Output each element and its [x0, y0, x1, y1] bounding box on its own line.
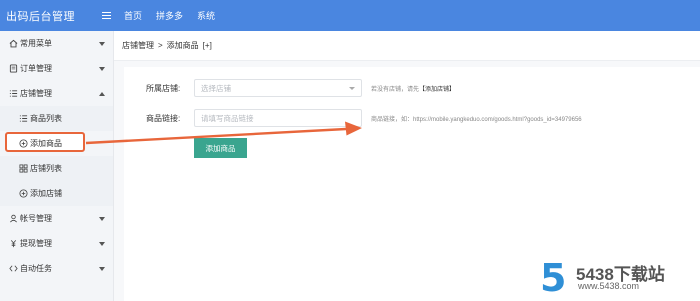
chevron-down-icon	[349, 87, 355, 90]
list-icon	[8, 89, 18, 99]
money-icon	[8, 239, 18, 249]
breadcrumb-current: 添加商品	[166, 41, 199, 50]
breadcrumb-parent[interactable]: 店铺管理	[122, 40, 154, 51]
shop-label: 所属店铺:	[146, 84, 181, 93]
sidebar-item-label: 添加店铺	[30, 189, 62, 198]
sidebar-item-withdrawals[interactable]: 提现管理	[0, 231, 113, 256]
chevron-down-icon	[99, 42, 105, 46]
shop-select-placeholder: 选择店铺	[201, 83, 231, 93]
chevron-down-icon	[99, 242, 105, 246]
sidebar-item-label: 店铺列表	[30, 164, 62, 173]
sidebar-item-label: 订单管理	[20, 64, 52, 73]
home-icon	[8, 39, 18, 49]
product-link-input[interactable]: 请填写商品链接	[194, 109, 362, 127]
breadcrumb-tag[interactable]: [+]	[203, 41, 212, 50]
sidebar-item-add-shop[interactable]: 添加店铺	[0, 181, 113, 206]
chevron-down-icon	[99, 267, 105, 271]
topnav-pinduoduo[interactable]: 拼多多	[156, 9, 183, 22]
watermark-logo: 5 5438下载站 www.5438.com	[540, 256, 690, 300]
sidebar-item-shop-management[interactable]: 店铺管理	[0, 81, 113, 106]
top-nav: 首页 拼多多 系统	[124, 9, 229, 22]
plus-circle-icon	[18, 139, 28, 149]
sidebar-item-label: 提现管理	[20, 239, 52, 248]
product-link-placeholder: 请填写商品链接	[201, 113, 254, 123]
add-shop-link[interactable]: 【添加店铺】	[419, 87, 455, 93]
link-hint: 商品链接，如：https://mobile.yangkeduo.com/good…	[371, 117, 582, 123]
sidebar-item-product-list[interactable]: 商品列表	[0, 106, 113, 131]
sidebar: 常用菜单 订单管理 店铺管理 商品列表 添加商品 店铺列表 添加店铺 帐号管理 …	[0, 31, 114, 301]
top-bar: 出码后台管理 首页 拼多多 系统	[0, 0, 700, 31]
shop-select[interactable]: 选择店铺	[194, 79, 362, 97]
order-icon	[8, 64, 18, 74]
topnav-system[interactable]: 系统	[197, 9, 215, 22]
grid-icon	[18, 164, 28, 174]
breadcrumb: 店铺管理 > 添加商品 [+]	[114, 31, 700, 61]
code-icon	[8, 264, 18, 274]
sidebar-item-accounts[interactable]: 帐号管理	[0, 206, 113, 231]
chevron-down-icon	[99, 217, 105, 221]
sidebar-item-label: 自动任务	[20, 264, 52, 273]
sidebar-item-label: 店铺管理	[20, 89, 52, 98]
link-label: 商品链接:	[146, 114, 181, 123]
watermark-url: www.5438.com	[578, 281, 640, 291]
sidebar-item-auto-tasks[interactable]: 自动任务	[0, 256, 113, 281]
list-icon	[18, 114, 28, 124]
topnav-home[interactable]: 首页	[124, 9, 142, 22]
user-icon	[8, 214, 18, 224]
chevron-up-icon	[99, 92, 105, 96]
plus-circle-icon	[18, 189, 28, 199]
breadcrumb-separator: >	[158, 41, 163, 50]
chevron-down-icon	[99, 67, 105, 71]
menu-toggle-icon[interactable]	[96, 12, 116, 19]
shop-hint: 若没有店铺，请先【添加店铺】	[371, 84, 455, 93]
shop-hint-text: 若没有店铺，请先	[371, 87, 420, 93]
sidebar-item-label: 常用菜单	[20, 39, 52, 48]
watermark-digit: 5	[540, 256, 567, 300]
sidebar-item-label: 添加商品	[30, 139, 62, 148]
sidebar-item-orders[interactable]: 订单管理	[0, 56, 113, 81]
sidebar-item-label: 帐号管理	[20, 214, 52, 223]
sidebar-item-common-menu[interactable]: 常用菜单	[0, 31, 113, 56]
sidebar-item-label: 商品列表	[30, 114, 62, 123]
app-title: 出码后台管理	[6, 10, 75, 23]
sidebar-item-shop-list[interactable]: 店铺列表	[0, 156, 113, 181]
add-product-button[interactable]: 添加商品	[194, 138, 247, 158]
